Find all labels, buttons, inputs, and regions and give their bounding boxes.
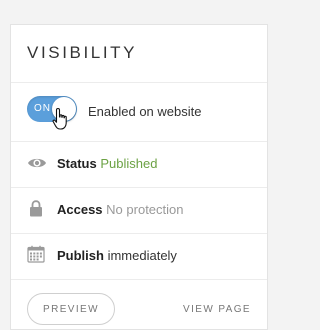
divider bbox=[11, 233, 267, 234]
access-row: Access No protection bbox=[57, 202, 184, 217]
toggle-description: Enabled on website bbox=[88, 104, 202, 119]
toggle-state-label: ON bbox=[34, 103, 51, 114]
divider bbox=[11, 141, 267, 142]
view-page-link[interactable]: VIEW PAGE bbox=[183, 304, 251, 315]
lock-icon bbox=[30, 200, 42, 217]
preview-button[interactable]: PREVIEW bbox=[27, 293, 115, 325]
calendar-icon bbox=[27, 245, 45, 263]
divider bbox=[11, 82, 267, 83]
hand-pointer-cursor-icon bbox=[52, 107, 67, 130]
panel-title: VISIBILITY bbox=[27, 43, 138, 62]
publish-row: Publish immediately bbox=[57, 248, 177, 263]
visibility-panel: VISIBILITY ON Enabled on website Status … bbox=[10, 24, 268, 330]
publish-label: Publish bbox=[57, 248, 104, 263]
eye-icon bbox=[28, 158, 46, 168]
status-value: Published bbox=[100, 156, 158, 171]
status-label: Status bbox=[57, 156, 97, 171]
publish-value: immediately bbox=[107, 248, 177, 263]
divider bbox=[11, 187, 267, 188]
status-row: Status Published bbox=[57, 156, 157, 171]
access-value: No protection bbox=[106, 202, 184, 217]
divider bbox=[11, 279, 267, 280]
access-label: Access bbox=[57, 202, 103, 217]
